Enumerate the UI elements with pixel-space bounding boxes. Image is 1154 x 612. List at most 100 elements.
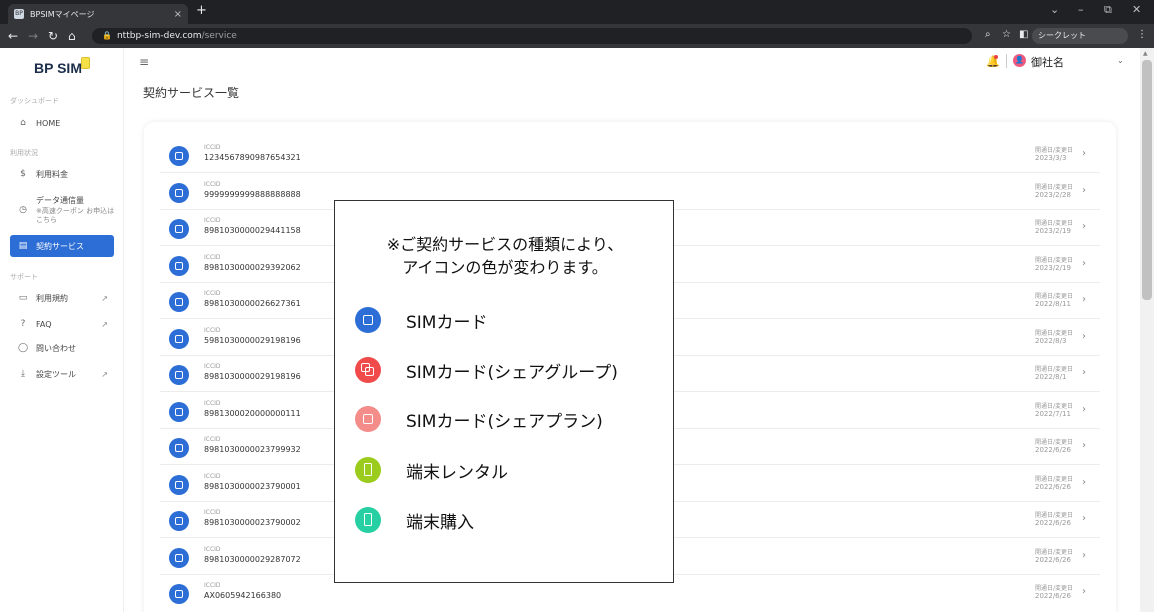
reload-icon[interactable]: ↻	[48, 29, 58, 43]
close-window-icon[interactable]: ✕	[1132, 3, 1141, 16]
sim-card-icon	[169, 182, 189, 203]
chevron-right-icon[interactable]: ›	[1082, 221, 1086, 232]
sim-card-icon	[169, 255, 189, 276]
chevron-right-icon[interactable]: ›	[1082, 148, 1086, 159]
date-label: 開通日/変更日	[1035, 183, 1074, 191]
back-icon[interactable]: ←	[8, 29, 18, 43]
sim-card-icon	[169, 438, 189, 458]
sim-card-icon	[169, 292, 189, 312]
table-row[interactable]: ICCID 1234567890987654321 開通日/変更日 2023/3/3 ›	[160, 137, 1100, 173]
tab-search-icon[interactable]: ⌄	[1050, 3, 1059, 16]
sidebar-item-terms[interactable]: ▭ 利用規約 ↗	[10, 288, 114, 308]
date-label: 開通日/変更日	[1035, 585, 1074, 592]
sim-card-icon	[169, 401, 189, 422]
date-label: 開通日/変更日	[1035, 402, 1074, 410]
chevron-right-icon[interactable]: ›	[1082, 477, 1086, 488]
address-bar-row: ← → ↻ ⌂ 🔒 nttbp-sim-dev.com/service ⌕ ☆ ◧…	[0, 24, 1154, 48]
forward-icon[interactable]: →	[28, 29, 38, 43]
date-value: 2022/6/26	[1035, 519, 1071, 527]
iccid-value: 8981030000023799932	[204, 445, 301, 454]
iccid-value: 8981030000023790001	[204, 481, 301, 491]
sidebar-item-label: 利用規約	[36, 293, 68, 303]
tab-close-icon[interactable]: ×	[174, 9, 182, 20]
browser-tab[interactable]: BP BPSIMマイページ ×	[8, 4, 188, 24]
side-panel-icon[interactable]: ◧	[1019, 29, 1028, 40]
bookmark-star-icon[interactable]: ☆	[1002, 29, 1011, 40]
minimize-icon[interactable]: –	[1078, 3, 1084, 16]
notification-dot	[994, 55, 998, 59]
sidebar-item-label: FAQ	[36, 319, 52, 329]
date-label: 開通日/変更日	[1035, 439, 1074, 446]
sidebar-item-settings-tool[interactable]: ⤓ 設定ツール ↗	[10, 364, 114, 384]
date-value: 2022/6/26	[1035, 555, 1071, 564]
external-link-icon: ↗	[101, 319, 108, 329]
chevron-down-icon[interactable]: ⌄	[1117, 56, 1124, 65]
chevron-right-icon[interactable]: ›	[1082, 513, 1086, 524]
legend-note-line: アイコンの色が変わります。	[402, 258, 608, 277]
date-value: 2022/8/3	[1035, 336, 1067, 345]
date-value: 2022/8/1	[1035, 373, 1067, 381]
legend-item-device-purchase: 端末購入	[355, 507, 655, 533]
date-label: 開通日/変更日	[1035, 329, 1074, 337]
scrollbar-thumb[interactable]	[1142, 60, 1152, 300]
legend-item-label: SIMカード(シェアプラン)	[406, 412, 603, 432]
date-label: 開通日/変更日	[1035, 256, 1074, 264]
sidebar-item-contract-services[interactable]: ▤ 契約サービス	[10, 235, 114, 257]
sim-card-icon	[169, 547, 189, 568]
incognito-label: シークレット	[1038, 31, 1086, 40]
sim-card-icon	[355, 307, 381, 333]
date-value: 2022/6/26	[1035, 482, 1071, 491]
sim-card-icon	[169, 146, 189, 166]
chevron-right-icon[interactable]: ›	[1082, 586, 1086, 597]
iccid-value: 8981030000029198196	[204, 372, 301, 381]
zoom-search-icon[interactable]: ⌕	[985, 29, 991, 40]
iccid-label: ICCID	[204, 180, 221, 188]
chevron-right-icon[interactable]: ›	[1082, 294, 1086, 305]
url-path: /service	[201, 31, 237, 41]
chevron-right-icon[interactable]: ›	[1082, 258, 1086, 269]
iccid-value: 8981030000026627361	[204, 299, 301, 308]
document-icon: ▤	[18, 241, 28, 251]
browser-menu-icon[interactable]: ⋮	[1137, 29, 1147, 40]
date-value: 2022/6/26	[1035, 446, 1071, 454]
new-tab-button[interactable]: +	[196, 3, 207, 18]
chevron-right-icon[interactable]: ›	[1082, 550, 1086, 561]
legend-item-label: SIMカード(シェアグループ)	[406, 363, 618, 383]
iccid-label: ICCID	[204, 436, 221, 443]
tab-title: BPSIMマイページ	[30, 9, 95, 19]
iccid-label: ICCID	[204, 253, 221, 261]
home-icon[interactable]: ⌂	[68, 29, 76, 43]
sim-card-icon	[169, 365, 189, 385]
incognito-indicator[interactable]: シークレット	[1032, 28, 1128, 44]
iccid-label: ICCID	[204, 363, 221, 370]
section-dashboard: ダッシュボード	[10, 97, 59, 105]
date-value: 2022/6/26	[1035, 592, 1071, 600]
clock-icon: ◷	[19, 205, 27, 215]
dollar-icon: $	[20, 169, 26, 179]
date-label: 開通日/変更日	[1035, 512, 1074, 519]
chevron-right-icon[interactable]: ›	[1082, 331, 1086, 342]
logo[interactable]: BP SIM	[34, 60, 82, 76]
date-label: 開通日/変更日	[1035, 366, 1074, 373]
chevron-right-icon[interactable]: ›	[1082, 367, 1086, 378]
sim-card-icon	[169, 584, 189, 604]
user-name[interactable]: 御社名	[1031, 54, 1064, 70]
scroll-up-icon[interactable]: ▲	[1143, 50, 1148, 57]
sidebar-item-faq[interactable]: ? FAQ ↗	[10, 314, 114, 334]
restore-icon[interactable]: ⧉	[1104, 3, 1112, 17]
url-host: nttbp-sim-dev.com	[116, 31, 202, 41]
iccid-label: ICCID	[204, 582, 221, 589]
iccid-label: ICCID	[204, 545, 221, 553]
chevron-right-icon[interactable]: ›	[1082, 404, 1086, 415]
chevron-right-icon[interactable]: ›	[1082, 185, 1086, 196]
date-label: 開通日/変更日	[1035, 293, 1074, 300]
sidebar-item-contact[interactable]: ◯ 問い合わせ	[10, 338, 114, 358]
avatar[interactable]: 👤	[1013, 54, 1026, 67]
chevron-right-icon[interactable]: ›	[1082, 440, 1086, 451]
sidebar-item-home[interactable]: ⌂ HOME	[10, 113, 114, 133]
sim-card-icon	[169, 219, 189, 239]
menu-icon[interactable]: ≡	[139, 55, 149, 69]
coupon-note[interactable]: ※高速クーポン お申込はこちら	[36, 207, 120, 225]
sidebar-item-fees[interactable]: $ 利用料金	[10, 164, 114, 184]
url-field[interactable]: 🔒 nttbp-sim-dev.com/service	[92, 28, 972, 44]
